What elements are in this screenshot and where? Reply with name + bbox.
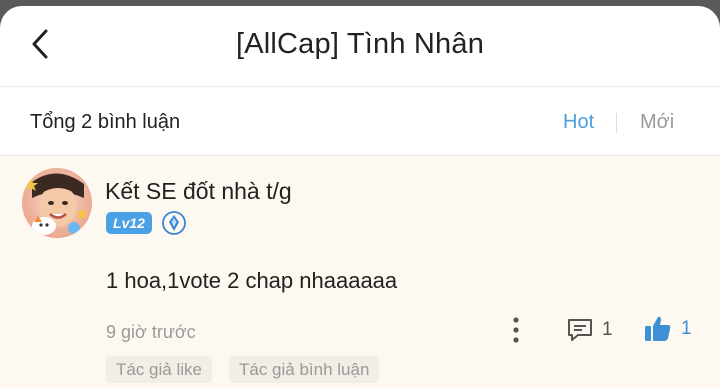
comments-sort-bar: Tổng 2 bình luận Hot Mới	[0, 87, 720, 156]
author-comment-tag: Tác giả bình luận	[229, 356, 380, 383]
like-count: 1	[681, 318, 692, 339]
thumbs-up-icon	[645, 316, 671, 341]
comment-icon	[568, 319, 592, 341]
diamond-badge-icon	[162, 211, 186, 235]
comment-text: 1 hoa,1vote 2 chap nhaaaaaa	[106, 268, 398, 293]
sort-divider	[616, 113, 617, 133]
level-badge: Lv12	[106, 212, 152, 234]
comment-timestamp: 9 giờ trước	[106, 322, 196, 342]
avatar-image	[22, 168, 92, 238]
comment-page: [AllCap] Tình Nhân Tổng 2 bình luận Hot …	[0, 6, 720, 388]
author-like-tag: Tác giả like	[106, 356, 212, 383]
top-nav-bar: [AllCap] Tình Nhân	[0, 6, 720, 87]
like-button[interactable]: 1	[643, 312, 692, 346]
reply-count: 1	[602, 319, 613, 340]
comment-item: Kết SE đốt nhà t/g Lv12 1 hoa,1vote 2 ch…	[0, 156, 720, 388]
sort-hot-tab[interactable]: Hot	[563, 111, 594, 134]
comment-total: Tổng 2 bình luận	[30, 111, 181, 133]
sort-new-tab[interactable]: Mới	[640, 111, 674, 134]
page-title: [AllCap] Tình Nhân	[235, 28, 485, 60]
reply-button[interactable]: 1	[566, 314, 613, 346]
avatar[interactable]	[22, 168, 92, 238]
more-vertical-icon	[513, 317, 519, 343]
comment-username[interactable]: Kết SE đốt nhà t/g	[105, 178, 292, 205]
more-options-button[interactable]	[508, 314, 524, 346]
